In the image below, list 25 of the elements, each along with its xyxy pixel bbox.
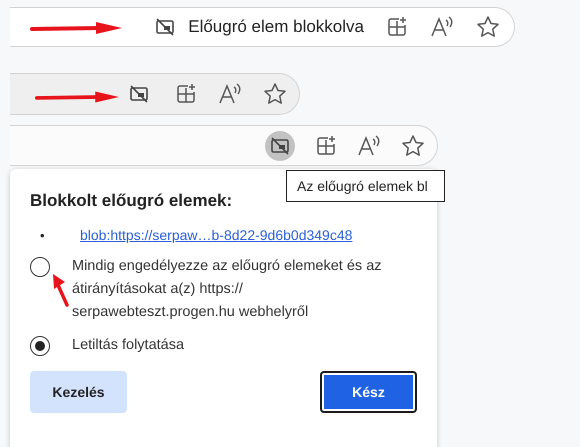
read-aloud-icon[interactable] [218,83,242,105]
popup-blocked-icon [270,136,290,154]
bullet: • [40,228,46,242]
radio-button[interactable] [30,336,50,356]
popup-blocked-label[interactable]: Előugró elem blokkolva [188,17,364,37]
option-label: Mindig engedélyezze az előugró elemeket és az átirányításokat a(z) https:// serpawebteszt.progen.hu webhelyről [72,257,383,322]
blocked-url-link[interactable]: blob:https://serpaw…b-8d22-9d6b0d349c48 [80,227,352,243]
read-aloud-icon[interactable] [430,16,454,38]
popup-blocked-icon [129,85,149,103]
arrow-annotation [52,273,70,307]
split-screen-add-icon[interactable] [315,134,337,156]
option-label: Letiltás folytatása [72,336,186,355]
tooltip: Az előugró elemek bl [286,170,445,202]
split-screen-add-icon[interactable] [175,83,197,105]
star-icon[interactable] [401,134,425,158]
popup-blocked-icon [155,18,176,36]
star-icon[interactable] [476,15,500,39]
dialog-title: Blokkolt előugró elemek: [30,191,234,211]
split-screen-add-icon[interactable] [386,16,408,38]
radio-button[interactable] [30,257,50,277]
manage-button[interactable]: Kezelés [30,371,127,413]
done-button[interactable]: Kész [320,371,417,413]
read-aloud-icon[interactable] [357,134,381,156]
popup-blocked-button[interactable] [265,130,295,160]
star-icon[interactable] [263,82,287,106]
